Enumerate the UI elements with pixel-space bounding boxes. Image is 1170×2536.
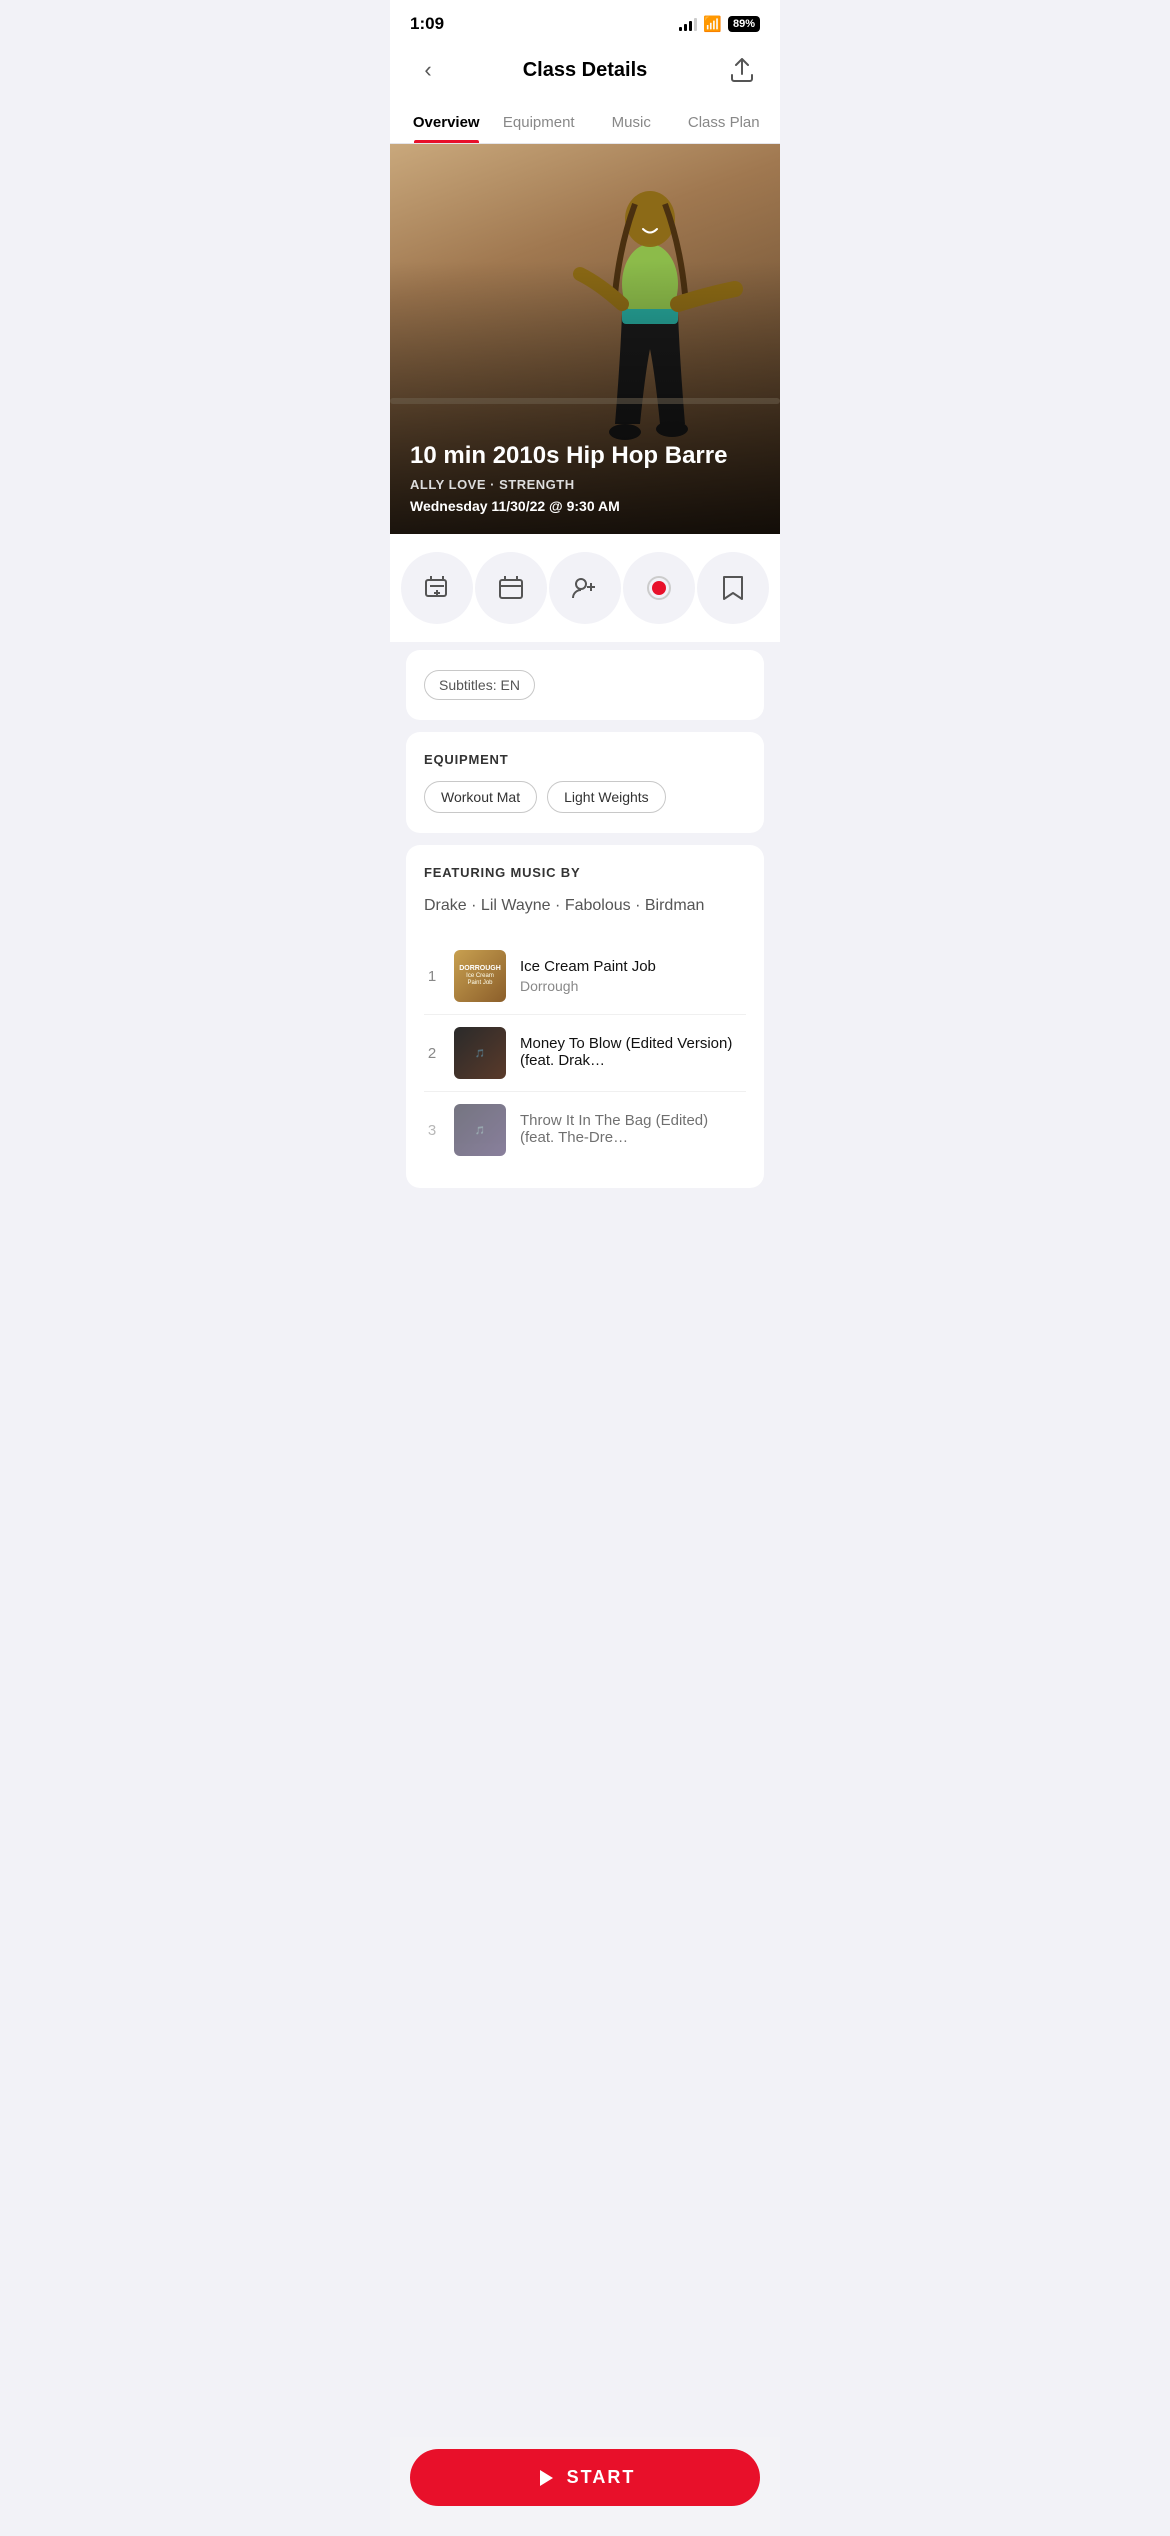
start-label: START — [567, 2467, 636, 2488]
signal-icon — [679, 17, 697, 31]
track-item[interactable]: 2 🎵 Money To Blow (Edited Version) (feat… — [424, 1015, 746, 1092]
instructor-name: ALLY LOVE — [410, 477, 486, 492]
equipment-label: EQUIPMENT — [424, 752, 746, 767]
schedule-button[interactable] — [475, 552, 547, 624]
subtitles-tag: Subtitles: EN — [424, 670, 535, 700]
subtitles-card: Subtitles: EN — [406, 650, 764, 720]
track-title: Ice Cream Paint Job — [520, 958, 746, 975]
music-artists-list: Drake · Lil Wayne · Fabolous · Birdman — [424, 894, 746, 918]
track-artist: Dorrough — [520, 978, 746, 994]
record-icon — [646, 575, 672, 601]
status-icons: 📶 89% — [679, 15, 760, 33]
instructor-type: ALLY LOVE · STRENGTH — [410, 477, 760, 492]
track-artwork: DORROUGH Ice Cream Paint Job — [454, 950, 506, 1002]
artist-fabolous[interactable]: Fabolous — [565, 897, 631, 914]
track-item[interactable]: 3 🎵 Throw It In The Bag (Edited) (feat. … — [424, 1092, 746, 1168]
bookmark-icon — [722, 575, 744, 601]
add-to-stack-button[interactable] — [401, 552, 473, 624]
track-title: Throw It In The Bag (Edited) (feat. The-… — [520, 1112, 746, 1146]
back-button[interactable]: ‹ — [410, 52, 446, 88]
track-item[interactable]: 1 DORROUGH Ice Cream Paint Job Ice Cream… — [424, 938, 746, 1015]
back-chevron-icon: ‹ — [424, 57, 431, 83]
header: ‹ Class Details — [390, 42, 780, 104]
start-bar: START — [390, 2437, 780, 2536]
artist-birdman[interactable]: Birdman — [645, 897, 705, 914]
status-bar: 1:09 📶 89% — [390, 0, 780, 42]
hero-image: 10 min 2010s Hip Hop Barre ALLY LOVE · S… — [390, 144, 780, 534]
bookmark-button[interactable] — [697, 552, 769, 624]
track-artwork: 🎵 — [454, 1027, 506, 1079]
equipment-card: EQUIPMENT Workout Mat Light Weights — [406, 732, 764, 833]
class-type: STRENGTH — [499, 477, 575, 492]
equipment-tag-weights: Light Weights — [547, 781, 666, 813]
start-button[interactable]: START — [410, 2449, 760, 2506]
hero-content: 10 min 2010s Hip Hop Barre ALLY LOVE · S… — [410, 442, 760, 514]
music-card: FEATURING MUSIC BY Drake · Lil Wayne · F… — [406, 845, 764, 1188]
tab-bar: Overview Equipment Music Class Plan — [390, 104, 780, 144]
equipment-tag-mat: Workout Mat — [424, 781, 537, 813]
action-row — [390, 534, 780, 642]
calendar-icon — [498, 575, 524, 601]
friends-icon — [571, 575, 599, 601]
music-section-label: FEATURING MUSIC BY — [424, 865, 746, 880]
track-info: Ice Cream Paint Job Dorrough — [520, 958, 746, 994]
artist-lil-wayne[interactable]: Lil Wayne — [481, 897, 551, 914]
class-date: Wednesday 11/30/22 @ 9:30 AM — [410, 498, 760, 514]
tab-equipment[interactable]: Equipment — [493, 104, 586, 143]
track-title: Money To Blow (Edited Version) (feat. Dr… — [520, 1035, 746, 1069]
play-icon — [535, 2468, 555, 2488]
track-number: 3 — [424, 1122, 440, 1139]
status-time: 1:09 — [410, 14, 444, 34]
track-artwork: 🎵 — [454, 1104, 506, 1156]
tab-classplan[interactable]: Class Plan — [678, 104, 771, 143]
tab-music[interactable]: Music — [585, 104, 678, 143]
add-to-stack-icon — [424, 575, 450, 601]
wifi-icon: 📶 — [703, 15, 722, 33]
artist-drake[interactable]: Drake — [424, 897, 467, 914]
track-number: 1 — [424, 968, 440, 985]
track-number: 2 — [424, 1045, 440, 1062]
share-button[interactable] — [724, 52, 760, 88]
tab-overview[interactable]: Overview — [400, 104, 493, 143]
class-title: 10 min 2010s Hip Hop Barre — [410, 442, 760, 471]
share-icon — [731, 58, 753, 82]
track-info: Money To Blow (Edited Version) (feat. Dr… — [520, 1035, 746, 1072]
record-button[interactable] — [623, 552, 695, 624]
battery-indicator: 89% — [728, 16, 760, 32]
page-title: Class Details — [523, 59, 648, 82]
track-info: Throw It In The Bag (Edited) (feat. The-… — [520, 1112, 746, 1149]
invite-friends-button[interactable] — [549, 552, 621, 624]
equipment-tags: Workout Mat Light Weights — [424, 781, 746, 813]
